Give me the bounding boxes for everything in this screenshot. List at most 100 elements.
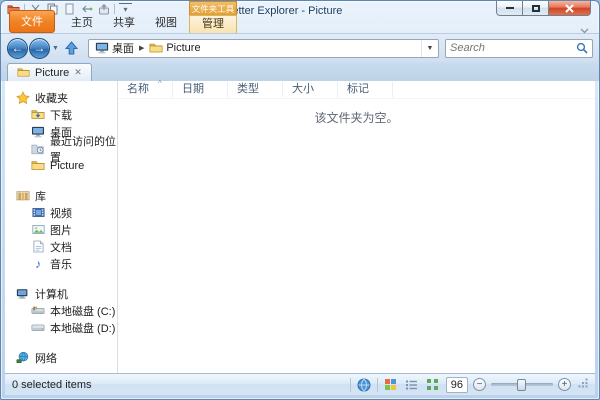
sidebar-label: 文档 [50, 239, 72, 255]
sidebar-label: 收藏夹 [35, 90, 68, 106]
sidebar-label: 计算机 [35, 286, 68, 302]
contextual-tab-group: 文件夹工具 管理 [189, 15, 237, 33]
sidebar-item-computer[interactable]: 计算机 [5, 285, 117, 302]
library-icon [16, 189, 30, 203]
close-button[interactable] [549, 1, 591, 16]
minimize-button[interactable] [496, 1, 523, 16]
column-header-tags[interactable]: 标记 [338, 82, 393, 97]
close-icon [565, 4, 574, 13]
picture-icon [31, 223, 45, 237]
recent-places-icon [31, 142, 45, 156]
globe-icon[interactable] [356, 377, 372, 393]
network-icon [16, 351, 30, 365]
sidebar-item-recent-places[interactable]: 最近访问的位置 [5, 140, 117, 157]
contextual-group-label: 文件夹工具 [189, 1, 237, 15]
back-icon: ← [12, 42, 24, 54]
breadcrumb-picture[interactable]: Picture [147, 40, 202, 57]
breadcrumb-label: Picture [166, 42, 200, 54]
sidebar-item-music[interactable]: ♪ 音乐 [5, 255, 117, 272]
folder-icon [17, 67, 30, 78]
sidebar-item-drive-c[interactable]: 本地磁盘 (C:) [5, 302, 117, 319]
column-header-type[interactable]: 类型 [228, 82, 283, 97]
history-dropdown-icon[interactable]: ▼ [52, 45, 59, 52]
large-icons-view-icon[interactable] [383, 377, 399, 393]
up-button[interactable] [62, 38, 82, 58]
column-headers: ^ 名称 日期 类型 大小 标记 [118, 81, 595, 99]
sidebar-label: 本地磁盘 (D:) [50, 320, 115, 336]
search-input[interactable] [450, 42, 576, 54]
document-icon [31, 240, 45, 254]
section-computer: 计算机 本地磁盘 (C:) 本地磁盘 (D:) [5, 285, 117, 336]
address-bar[interactable]: 桌面 ▶ Picture ▼ [88, 39, 439, 58]
drive-d-icon [31, 321, 45, 335]
sidebar-label: 图片 [50, 222, 72, 238]
window-controls [496, 1, 591, 16]
column-header-name[interactable]: 名称 [118, 82, 173, 97]
tab-view[interactable]: 视图 [145, 12, 187, 33]
status-separator [377, 378, 378, 392]
column-header-size[interactable]: 大小 [283, 82, 338, 97]
music-icon: ♪ [31, 257, 45, 271]
better-explorer-window: ▾ Better Explorer - Picture 文件 主页 共享 视图 … [0, 0, 600, 400]
desktop-icon [31, 125, 45, 139]
search-box [445, 39, 593, 58]
forward-button[interactable]: → [29, 38, 50, 59]
section-network: 网络 [5, 349, 117, 366]
tab-close-icon[interactable]: ✕ [74, 68, 82, 77]
breadcrumb-label: 桌面 [112, 40, 134, 56]
sidebar-item-downloads[interactable]: 下载 [5, 106, 117, 123]
file-list-pane: ^ 名称 日期 类型 大小 标记 该文件夹为空。 [118, 81, 595, 373]
selection-count: 0 selected items [12, 379, 91, 391]
sidebar-label: 音乐 [50, 256, 72, 272]
folder-icon [31, 159, 45, 173]
details-view-icon[interactable] [404, 377, 420, 393]
folder-tab-picture[interactable]: Picture ✕ [7, 63, 92, 81]
downloads-icon [31, 108, 45, 122]
zoom-level-value: 96 [446, 377, 468, 393]
minimize-icon [506, 7, 514, 9]
sidebar-item-network[interactable]: 网络 [5, 349, 117, 366]
sidebar-item-favorites[interactable]: 收藏夹 [5, 89, 117, 106]
breadcrumb-desktop[interactable]: 桌面 [93, 40, 136, 57]
address-dropdown-icon[interactable]: ▼ [421, 40, 438, 57]
drive-c-icon [31, 304, 45, 318]
zoom-slider-thumb[interactable] [517, 379, 526, 391]
sidebar-item-documents[interactable]: 文档 [5, 238, 117, 255]
sidebar-item-videos[interactable]: 视频 [5, 204, 117, 221]
title-bar: ▾ Better Explorer - Picture 文件 主页 共享 视图 … [1, 1, 599, 33]
status-separator [350, 378, 351, 392]
maximize-button[interactable] [523, 1, 549, 16]
folder-tab-strip: Picture ✕ [1, 62, 599, 81]
zoom-slider[interactable] [491, 378, 553, 392]
sidebar-item-drive-d[interactable]: 本地磁盘 (D:) [5, 319, 117, 336]
section-libraries: 库 视频 图片 文档 ♪ 音乐 [5, 187, 117, 272]
forward-icon: → [34, 42, 46, 54]
tab-manage[interactable]: 管理 [189, 15, 237, 33]
section-favorites: 收藏夹 下载 桌面 最近访问的位置 Picture [5, 89, 117, 174]
column-header-date[interactable]: 日期 [173, 82, 228, 97]
folder-tab-label: Picture [35, 67, 69, 79]
search-icon[interactable] [576, 42, 588, 54]
navigation-pane: 收藏夹 下载 桌面 最近访问的位置 Picture [5, 81, 118, 373]
sidebar-label: 视频 [50, 205, 72, 221]
back-button[interactable]: ← [7, 38, 28, 59]
zoom-in-button[interactable]: + [558, 378, 571, 391]
sidebar-item-pictures[interactable]: 图片 [5, 221, 117, 238]
breadcrumb-arrow-icon[interactable]: ▶ [136, 44, 147, 52]
tab-home[interactable]: 主页 [61, 12, 103, 33]
desktop-icon [95, 41, 109, 55]
tab-share[interactable]: 共享 [103, 12, 145, 33]
computer-icon [16, 287, 30, 301]
sidebar-label: 网络 [35, 350, 57, 366]
resize-grip[interactable] [578, 378, 588, 391]
sidebar-label: 本地磁盘 (C:) [50, 303, 115, 319]
sort-ascending-icon: ^ [158, 79, 162, 88]
small-icons-view-icon[interactable] [425, 377, 441, 393]
tab-file[interactable]: 文件 [9, 10, 55, 33]
maximize-icon [532, 5, 540, 12]
zoom-out-button[interactable]: − [473, 378, 486, 391]
sidebar-item-libraries[interactable]: 库 [5, 187, 117, 204]
status-bar-right: 96 − + [350, 377, 588, 393]
sidebar-label: 下载 [50, 107, 72, 123]
folder-icon [149, 41, 163, 55]
